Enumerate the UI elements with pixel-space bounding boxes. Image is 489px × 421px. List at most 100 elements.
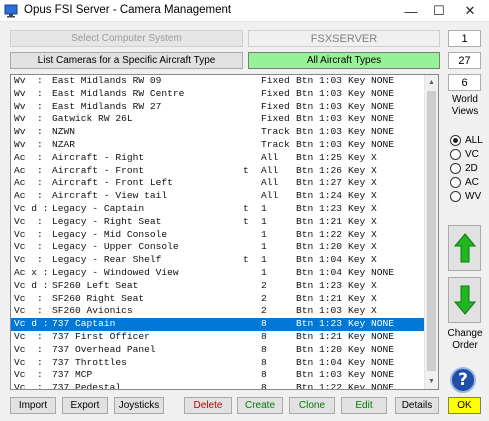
clone-button[interactable]: Clone — [289, 397, 335, 414]
camera-name: Legacy - Rear Shelf — [52, 254, 162, 266]
scroll-down-icon[interactable]: ▼ — [425, 375, 438, 388]
radio-label: AC — [465, 176, 479, 188]
camera-type: All — [261, 164, 279, 176]
camera-name: East Midlands RW Centre — [52, 87, 185, 99]
camera-key-binding: Key X — [348, 164, 377, 176]
camera-name: Aircraft - Front Left — [52, 177, 173, 189]
camera-row[interactable]: Vc : Legacy - Upper Console 1 Btn 1:20 Key X — [11, 241, 425, 254]
camera-row[interactable]: Ac : Aircraft - Right All Btn 1:25 Key X — [11, 152, 425, 165]
edit-button[interactable]: Edit — [341, 397, 387, 414]
list-cameras-by-aircraft-button[interactable]: List Cameras for a Specific Aircraft Typ… — [10, 52, 243, 69]
camera-key-binding: Key NONE — [348, 113, 395, 125]
camera-row[interactable]: Vc : 737 First Officer 8 Btn 1:21 Key NONE — [11, 331, 425, 344]
camera-key-binding: Key NONE — [348, 100, 395, 112]
create-button[interactable]: Create — [237, 397, 283, 414]
camera-button-binding: Btn 1:23 — [296, 318, 343, 330]
close-button[interactable]: ✕ — [456, 0, 484, 22]
radio-vc[interactable]: VC — [450, 148, 479, 160]
camera-row[interactable]: Vc : 737 Throttles 8 Btn 1:04 Key NONE — [11, 357, 425, 370]
camera-row[interactable]: Vc d : SF260 Left Seat 2 Btn 1:23 Key X — [11, 280, 425, 293]
camera-button-binding: Btn 1:21 — [296, 292, 343, 304]
camera-row[interactable]: Vc : SF260 Right Seat 2 Btn 1:21 Key X — [11, 293, 425, 306]
camera-row[interactable]: Vc : Legacy - Mid Console 1 Btn 1:22 Key X — [11, 229, 425, 242]
camera-key-binding: Key X — [348, 177, 377, 189]
radio-label: 2D — [465, 162, 478, 174]
camera-flag: t — [243, 254, 249, 266]
camera-row[interactable]: Vc : 737 MCP 8 Btn 1:03 Key NONE — [11, 369, 425, 382]
camera-code: Vc : — [14, 305, 43, 317]
camera-key-binding: Key X — [348, 202, 377, 214]
computer-count-field: 1 — [448, 30, 481, 47]
title-bar[interactable]: Opus FSI Server - Camera Management — ☐ … — [0, 0, 489, 22]
camera-row[interactable]: Wv : NZAR Track Btn 1:03 Key NONE — [11, 139, 425, 152]
camera-row[interactable]: Ac x : Legacy - Windowed View 1 Btn 1:04 Key… — [11, 267, 425, 280]
world-views-count-field: 6 — [448, 74, 481, 91]
camera-list[interactable]: Wv : East Midlands RW 09 Fixed Btn 1:03 Key … — [10, 74, 439, 390]
radio-all[interactable]: ALL — [450, 134, 483, 146]
camera-button-binding: Btn 1:27 — [296, 177, 343, 189]
camera-name: Legacy - Upper Console — [52, 241, 179, 253]
camera-name: East Midlands RW 27 — [52, 100, 162, 112]
ok-button[interactable]: OK — [448, 397, 481, 414]
camera-row[interactable]: Vc : Legacy - Rear Shelf t 1 Btn 1:04 Key X — [11, 254, 425, 267]
camera-row[interactable]: Wv : NZWN Track Btn 1:03 Key NONE — [11, 126, 425, 139]
move-down-button[interactable] — [448, 277, 481, 323]
camera-code: Vc : — [14, 330, 43, 342]
camera-row[interactable]: Ac : Aircraft - View tail All Btn 1:24 Key X — [11, 190, 425, 203]
camera-row[interactable]: Vc d :737 Captain 8 Btn 1:23 Key NONE — [11, 318, 425, 331]
camera-code: Vc : — [14, 241, 43, 253]
radio-2d[interactable]: 2D — [450, 162, 478, 174]
scroll-up-icon[interactable]: ▲ — [425, 76, 438, 89]
maximize-button[interactable]: ☐ — [425, 0, 453, 22]
camera-row[interactable]: Vc : SF260 Avionics 2 Btn 1:03 Key X — [11, 305, 425, 318]
radio-wv[interactable]: WV — [450, 190, 481, 202]
camera-row[interactable]: Wv : Gatwick RW 26L Fixed Btn 1:03 Key NONE — [11, 113, 425, 126]
delete-button[interactable]: Delete — [184, 397, 232, 414]
camera-code: Ac : — [14, 151, 43, 163]
camera-button-binding: Btn 1:04 — [296, 356, 343, 368]
camera-key-binding: Key X — [348, 151, 377, 163]
camera-button-binding: Btn 1:04 — [296, 266, 343, 278]
camera-button-binding: Btn 1:23 — [296, 279, 343, 291]
radio-dot-icon — [450, 176, 461, 188]
camera-type: 2 — [261, 305, 267, 317]
world-views-label: World Views — [451, 94, 479, 117]
camera-button-binding: Btn 1:03 — [296, 138, 343, 150]
move-up-button[interactable] — [448, 225, 481, 271]
camera-row[interactable]: Vc d : Legacy - Captain t 1 Btn 1:23 Key X — [11, 203, 425, 216]
camera-key-binding: Key X — [348, 305, 377, 317]
camera-code: Wv : — [14, 113, 43, 125]
list-scrollbar[interactable]: ▲ ▼ — [424, 75, 438, 389]
camera-code: Wv : — [14, 138, 43, 150]
camera-name: NZAR — [52, 138, 76, 150]
camera-row[interactable]: Wv : East Midlands RW 27 Fixed Btn 1:03 Key … — [11, 101, 425, 114]
camera-button-binding: Btn 1:04 — [296, 254, 343, 266]
app-monitor-icon — [4, 4, 18, 18]
camera-button-binding: Btn 1:25 — [296, 151, 343, 163]
radio-ac[interactable]: AC — [450, 176, 479, 188]
camera-type: Fixed — [261, 100, 290, 112]
camera-row[interactable]: Vc : 737 Pedestal 8 Btn 1:22 Key NONE — [11, 382, 425, 389]
camera-row[interactable]: Wv : East Midlands RW 09 Fixed Btn 1:03 Key … — [11, 75, 425, 88]
camera-flag: t — [243, 164, 249, 176]
minimize-button[interactable]: — — [397, 0, 425, 22]
help-button[interactable]: ? — [450, 367, 476, 393]
camera-row[interactable]: Wv : East Midlands RW Centre Fixed Btn 1:03… — [11, 88, 425, 101]
joysticks-button[interactable]: Joysticks — [114, 397, 164, 414]
camera-row[interactable]: Vc : 737 Overhead Panel 8 Btn 1:20 Key NONE — [11, 344, 425, 357]
radio-label: VC — [465, 148, 479, 160]
all-aircraft-types-button[interactable]: All Aircraft Types — [248, 52, 440, 69]
details-button[interactable]: Details — [395, 397, 439, 414]
camera-type: Track — [261, 138, 290, 150]
camera-row[interactable]: Vc : Legacy - Right Seat t 1 Btn 1:21 Key X — [11, 216, 425, 229]
scroll-thumb[interactable] — [427, 91, 436, 371]
import-button[interactable]: Import — [10, 397, 56, 414]
camera-type: 8 — [261, 330, 267, 342]
select-computer-button[interactable]: Select Computer System — [10, 30, 243, 47]
camera-row[interactable]: Ac : Aircraft - Front Left All Btn 1:27 Key … — [11, 177, 425, 190]
camera-key-binding: Key NONE — [348, 138, 395, 150]
camera-type: All — [261, 190, 279, 202]
camera-row[interactable]: Ac : Aircraft - Front t All Btn 1:26 Key X — [11, 165, 425, 178]
export-button[interactable]: Export — [62, 397, 108, 414]
camera-key-binding: Key NONE — [348, 369, 395, 381]
